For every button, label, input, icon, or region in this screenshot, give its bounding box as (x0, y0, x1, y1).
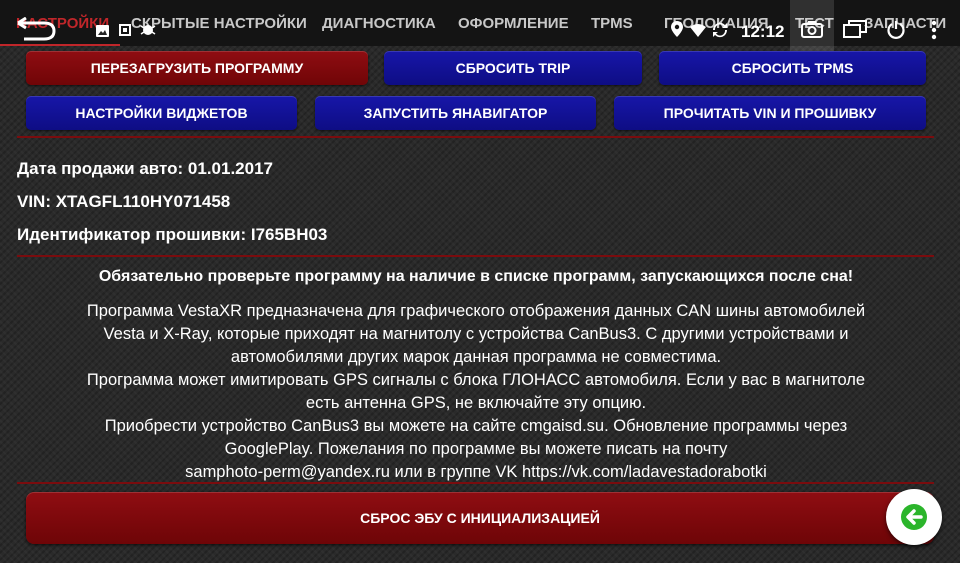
ecu-reset-button[interactable]: СБРОС ЭБУ С ИНИЦИАЛИЗАЦИЕЙ (26, 492, 934, 544)
widget-settings-button[interactable]: НАСТРОЙКИ ВИДЖЕТОВ (26, 96, 297, 130)
location-icon (671, 21, 683, 37)
tab-tpms[interactable]: TPMS (591, 15, 633, 32)
image-icon (96, 25, 109, 37)
wifi-icon (690, 24, 706, 37)
tab-diagnostics[interactable]: ДИАГНОСТИКА (322, 15, 436, 32)
tab-appearance[interactable]: ОФОРМЛЕНИЕ (458, 15, 569, 32)
camera-icon (801, 21, 823, 38)
read-vin-button[interactable]: ПРОЧИТАТЬ VIN И ПРОШИВКУ (614, 96, 926, 130)
tab-hidden-settings[interactable]: СКРЫТЫЕ НАСТРОЙКИ (131, 15, 307, 32)
divider (17, 136, 934, 138)
menu-icon[interactable] (931, 20, 937, 40)
bug-icon (140, 25, 156, 35)
firmware-id-text: Идентификатор прошивки: I765BH03 (17, 225, 328, 244)
description-line: есть антенна GPS, не включайте эту опцию… (305, 394, 647, 412)
power-icon[interactable] (886, 20, 906, 40)
camera-button[interactable] (790, 0, 834, 58)
back-icon[interactable] (14, 17, 58, 41)
description-text: Программа VestaXR предназначена для граф… (0, 300, 952, 484)
back-fab-button[interactable] (886, 489, 942, 545)
warning-text: Обязательно проверьте программу на налич… (98, 268, 854, 285)
sale-date-text: Дата продажи авто: 01.01.2017 (17, 159, 273, 178)
active-tab-indicator (0, 44, 120, 46)
description-line: samphoto-perm@yandex.ru или в группе VK … (185, 463, 767, 481)
description-line: автомобилями других марок данная програм… (230, 348, 722, 366)
window-icon[interactable] (843, 20, 867, 38)
reset-trip-button[interactable]: СБРОСИТЬ TRIP (384, 51, 642, 85)
restart-program-button[interactable]: ПЕРЕЗАГРУЗИТЬ ПРОГРАММУ (26, 51, 368, 85)
divider (17, 255, 934, 257)
launch-navigator-button[interactable]: ЗАПУСТИТЬ ЯНАВИГАТОР (315, 96, 596, 130)
description-line: GooglePlay. Пожелания по программе вы мо… (224, 440, 728, 458)
sync-icon (712, 22, 728, 38)
reset-tpms-button[interactable]: СБРОСИТЬ TPMS (659, 51, 926, 85)
description-line: Приобрести устройство CanBus3 вы можете … (104, 417, 848, 435)
arrow-left-icon (901, 504, 927, 530)
description-line: Vesta и X-Ray, которые приходят на магни… (103, 325, 849, 343)
divider (17, 482, 934, 484)
settings-icon (119, 24, 131, 36)
description-line: Программа может имитировать GPS сигналы … (86, 371, 866, 389)
vin-text: VIN: XTAGFL110HY071458 (17, 192, 231, 211)
description-line: Программа VestaXR предназначена для граф… (86, 302, 866, 320)
